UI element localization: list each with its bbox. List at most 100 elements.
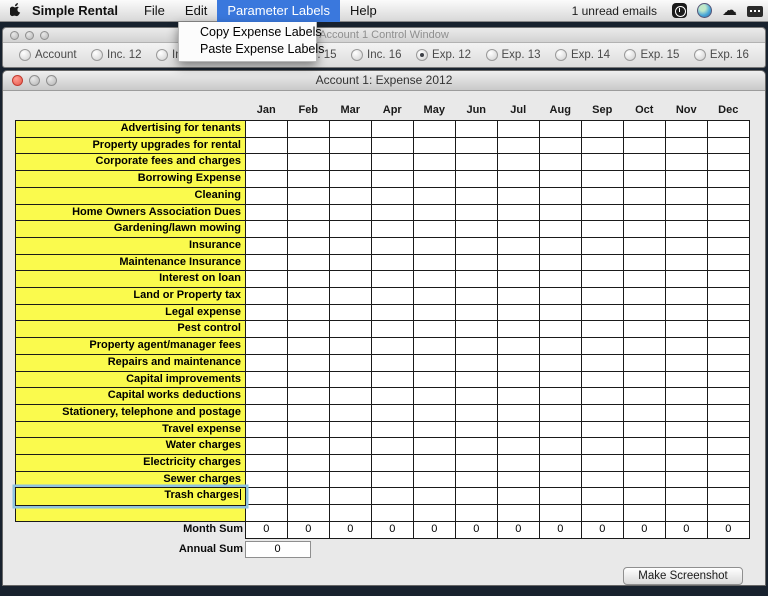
expense-cell[interactable] [413, 504, 457, 522]
expense-cell[interactable] [623, 120, 667, 138]
radio-exp-14[interactable]: Exp. 14 [555, 49, 610, 61]
expense-cell[interactable] [455, 471, 499, 489]
expense-cell[interactable] [329, 320, 373, 338]
expense-cell[interactable] [287, 204, 331, 222]
expense-cell[interactable] [245, 404, 289, 422]
expense-cell[interactable] [455, 204, 499, 222]
close-button[interactable] [10, 31, 19, 40]
expense-cell[interactable] [539, 270, 583, 288]
expense-cell[interactable] [497, 170, 541, 188]
expense-cell[interactable] [455, 120, 499, 138]
expense-cell[interactable] [329, 170, 373, 188]
expense-cell[interactable] [245, 454, 289, 472]
expense-cell[interactable] [581, 404, 625, 422]
expense-cell[interactable] [413, 354, 457, 372]
expense-cell[interactable] [455, 371, 499, 389]
expense-cell[interactable] [581, 220, 625, 238]
expense-cell[interactable] [287, 254, 331, 272]
expense-cell[interactable] [371, 471, 415, 489]
expense-cell[interactable] [539, 337, 583, 355]
expense-cell[interactable] [497, 187, 541, 205]
menu-file[interactable]: File [134, 0, 175, 22]
expense-cell[interactable] [455, 170, 499, 188]
expense-cell[interactable] [287, 387, 331, 405]
expense-cell[interactable] [287, 320, 331, 338]
expense-cell[interactable] [497, 153, 541, 171]
expense-cell[interactable] [455, 487, 499, 505]
expense-row-label[interactable] [15, 504, 246, 522]
expense-row-label[interactable]: Home Owners Association Dues [15, 204, 246, 222]
expense-row-label[interactable]: Insurance [15, 237, 246, 255]
expense-cell[interactable] [707, 471, 751, 489]
expense-cell[interactable] [623, 437, 667, 455]
expense-cell[interactable] [413, 270, 457, 288]
menu-parameter-labels[interactable]: Parameter Labels [217, 0, 340, 22]
expense-cell[interactable] [329, 504, 373, 522]
expense-cell[interactable] [707, 204, 751, 222]
expense-cell[interactable] [245, 120, 289, 138]
expense-cell[interactable] [623, 137, 667, 155]
expense-cell[interactable] [371, 304, 415, 322]
expense-cell[interactable] [539, 454, 583, 472]
expense-cell[interactable] [497, 371, 541, 389]
expense-cell[interactable] [581, 237, 625, 255]
expense-cell[interactable] [665, 170, 709, 188]
expense-cell[interactable] [581, 320, 625, 338]
expense-row-label[interactable]: Property upgrades for rental [15, 137, 246, 155]
expense-cell[interactable] [245, 237, 289, 255]
expense-cell[interactable] [581, 354, 625, 372]
expense-cell[interactable] [665, 304, 709, 322]
expense-cell[interactable] [329, 454, 373, 472]
expense-cell[interactable] [371, 237, 415, 255]
expense-cell[interactable] [371, 437, 415, 455]
expense-cell[interactable] [497, 404, 541, 422]
expense-cell[interactable] [581, 437, 625, 455]
expense-cell[interactable] [539, 387, 583, 405]
expense-cell[interactable] [707, 387, 751, 405]
expense-cell[interactable] [245, 437, 289, 455]
expense-cell[interactable] [245, 421, 289, 439]
display-icon[interactable] [747, 6, 763, 17]
minimize-button[interactable] [25, 31, 34, 40]
expense-cell[interactable] [245, 387, 289, 405]
expense-cell[interactable] [497, 287, 541, 305]
zoom-button[interactable] [40, 31, 49, 40]
expense-row-label[interactable]: Capital improvements [15, 371, 246, 389]
make-screenshot-button[interactable]: Make Screenshot [623, 567, 743, 585]
expense-cell[interactable] [455, 437, 499, 455]
expense-cell[interactable] [497, 487, 541, 505]
expense-cell[interactable] [623, 454, 667, 472]
expense-row-label[interactable]: Sewer charges [15, 471, 246, 489]
expense-cell[interactable] [455, 304, 499, 322]
expense-cell[interactable] [623, 304, 667, 322]
expense-cell[interactable] [245, 487, 289, 505]
expense-cell[interactable] [329, 404, 373, 422]
expense-cell[interactable] [371, 487, 415, 505]
expense-cell[interactable] [581, 471, 625, 489]
expense-cell[interactable] [581, 137, 625, 155]
cloud-icon[interactable]: ☁ [722, 3, 737, 18]
expense-cell[interactable] [245, 204, 289, 222]
expense-cell[interactable] [623, 387, 667, 405]
expense-cell[interactable] [245, 170, 289, 188]
expense-cell[interactable] [497, 504, 541, 522]
annual-sum-cell[interactable]: 0 [245, 541, 311, 559]
expense-cell[interactable] [245, 153, 289, 171]
expense-cell[interactable] [245, 254, 289, 272]
expense-cell[interactable] [665, 404, 709, 422]
expense-cell[interactable] [539, 471, 583, 489]
expense-cell[interactable] [707, 504, 751, 522]
expense-cell[interactable] [623, 270, 667, 288]
expense-cell[interactable] [539, 254, 583, 272]
expense-cell[interactable] [623, 254, 667, 272]
expense-cell[interactable] [665, 204, 709, 222]
expense-cell[interactable] [623, 421, 667, 439]
expense-cell[interactable] [581, 187, 625, 205]
expense-cell[interactable] [581, 254, 625, 272]
expense-window-titlebar[interactable]: Account 1: Expense 2012 [3, 71, 765, 91]
radio-inc-12[interactable]: Inc. 12 [91, 49, 142, 61]
zoom-button[interactable] [46, 75, 57, 86]
menu-item-copy-expense-labels[interactable]: Copy Expense Labels [179, 24, 316, 41]
expense-cell[interactable] [665, 387, 709, 405]
expense-cell[interactable] [623, 170, 667, 188]
